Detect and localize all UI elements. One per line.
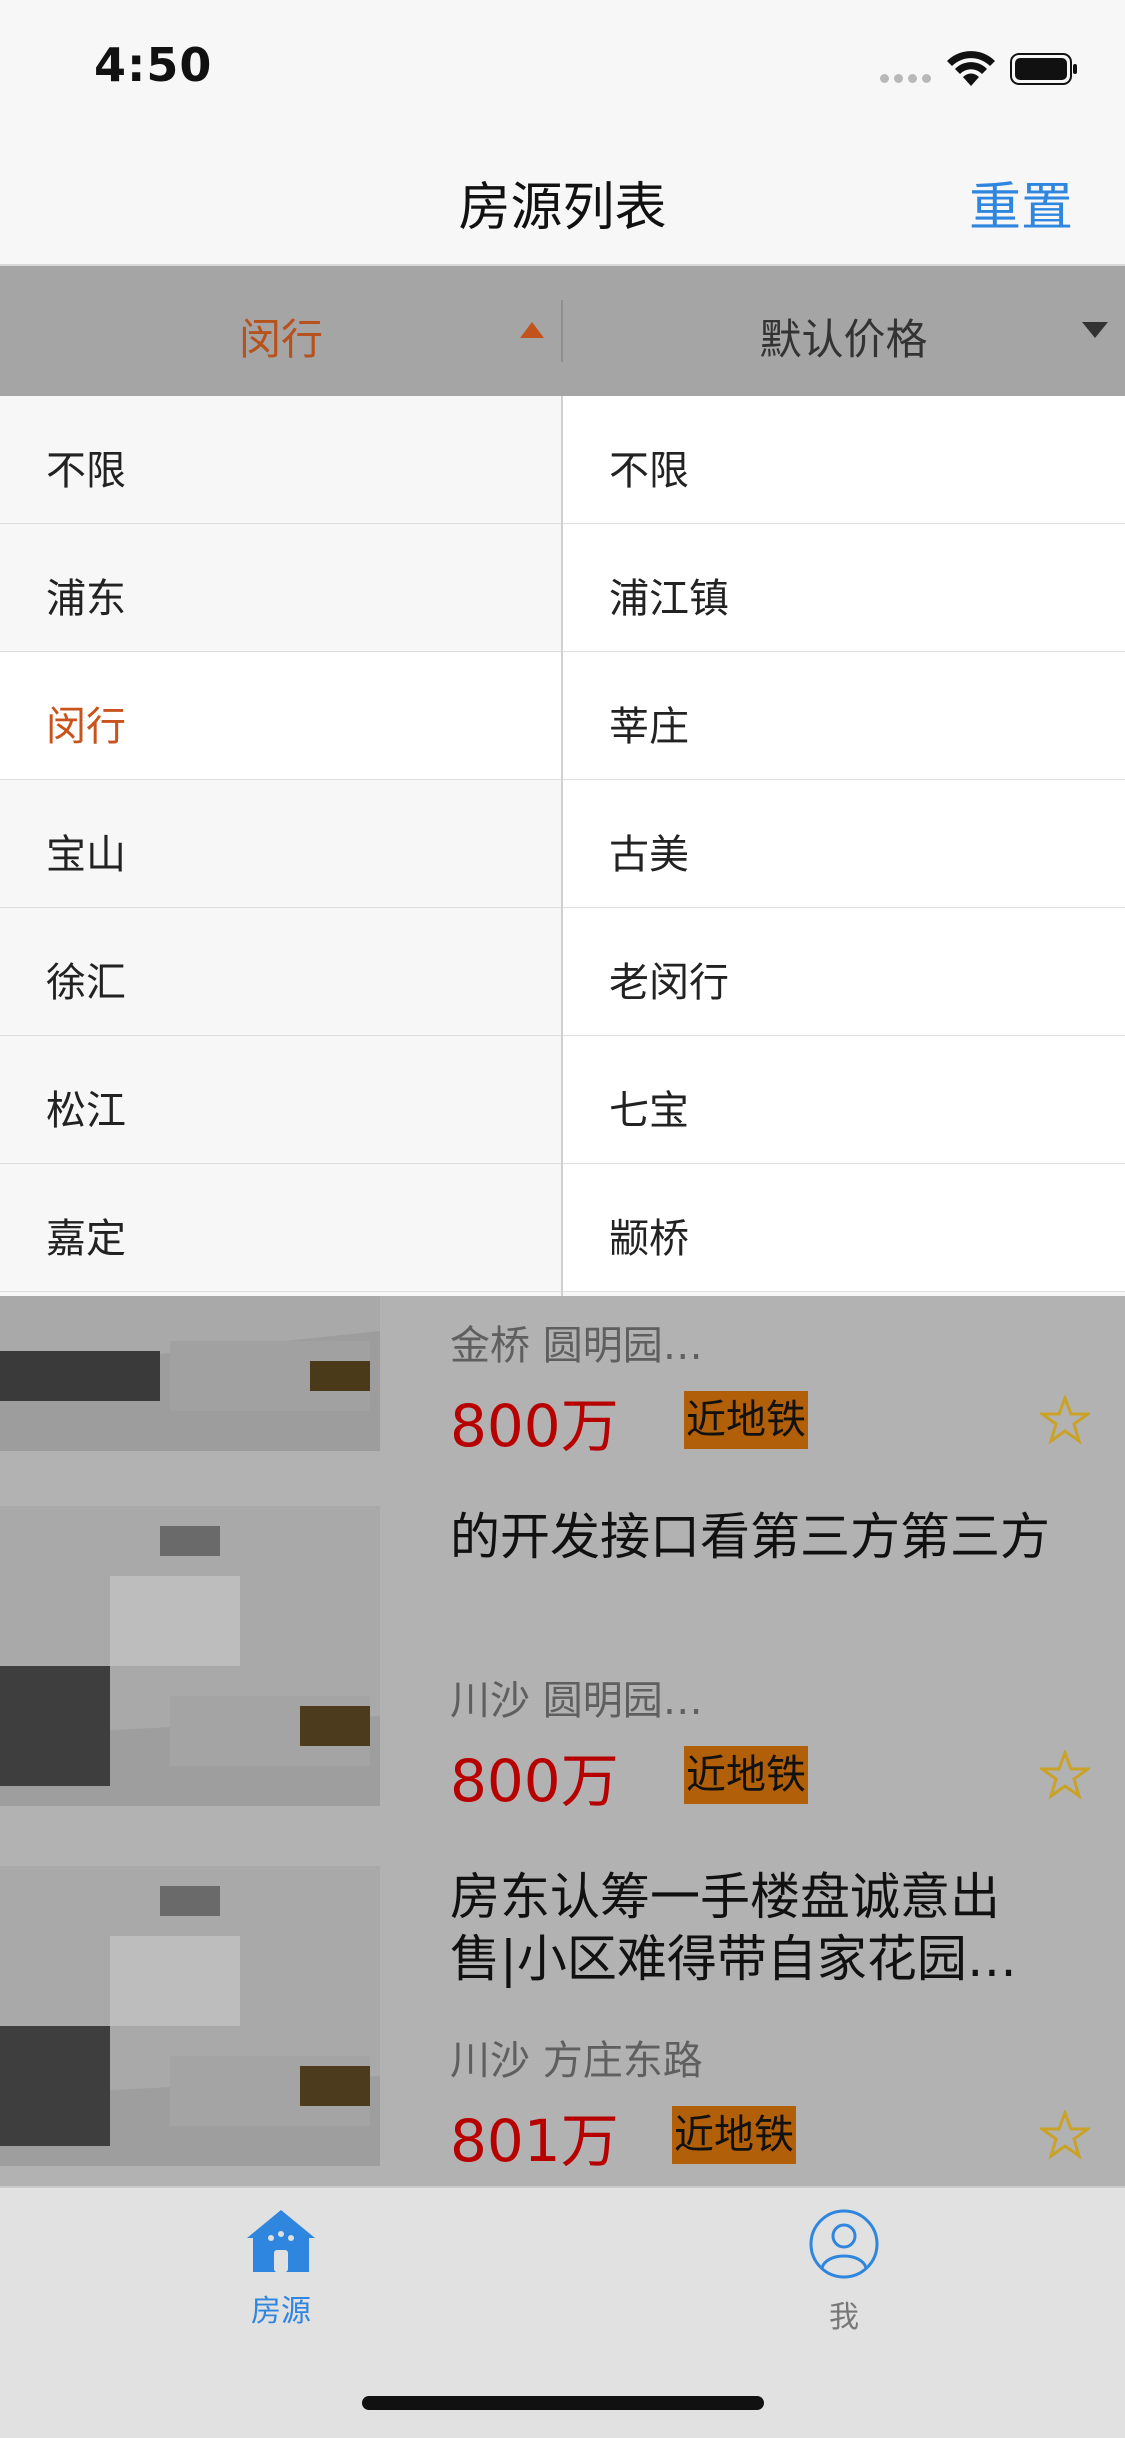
tab-listings[interactable]: 房源 (181, 2208, 381, 2330)
wifi-icon (945, 48, 997, 88)
district-option[interactable]: 嘉定 (0, 1164, 561, 1292)
district-option[interactable]: 浦东 (0, 524, 561, 652)
district-option[interactable]: 徐汇 (0, 908, 561, 1036)
listing-price: 800万 (450, 1747, 619, 1815)
district-filter-tab[interactable]: 闵行 (0, 306, 562, 367)
district-option-selected[interactable]: 闵行 (0, 652, 561, 780)
reset-button[interactable]: 重置 (969, 165, 1073, 240)
battery-icon (1010, 53, 1078, 85)
district-list: 不限 浦东 闵行 宝山 徐汇 松江 嘉定 (0, 396, 561, 1292)
price-sort-tab[interactable]: 默认价格 (562, 306, 1125, 367)
district-option[interactable]: 不限 (0, 396, 561, 524)
home-indicator (362, 2396, 764, 2410)
district-option[interactable]: 松江 (0, 1036, 561, 1164)
caret-up-icon (520, 322, 544, 338)
listing-tag: 近地铁 (684, 1746, 808, 1804)
district-option[interactable]: 宝山 (0, 780, 561, 908)
area-option[interactable]: 古美 (563, 780, 1125, 908)
area-option[interactable]: 颛桥 (563, 1164, 1125, 1292)
area-option[interactable]: 莘庄 (563, 652, 1125, 780)
listing-photo (0, 1296, 380, 1451)
area-option[interactable]: 七宝 (563, 1036, 1125, 1164)
listing-price: 800万 (450, 1392, 619, 1460)
tab-label: 房源 (251, 2294, 311, 2329)
listing-title: 的开发接口看第三方第三方 (450, 1508, 1050, 1566)
page-title: 房源列表 (458, 178, 667, 238)
tab-me[interactable]: 我 (744, 2208, 944, 2336)
listing-title: 房东认筹一手楼盘诚意出售|小区难得带自家花园… (450, 1868, 1017, 1988)
person-icon (744, 2208, 944, 2284)
listing-tag: 近地铁 (684, 1391, 808, 1449)
caret-down-icon (1082, 322, 1108, 338)
tab-label: 我 (829, 2300, 859, 2335)
listing-photo (0, 1866, 380, 2166)
listing-price: 801万 (450, 2107, 619, 2175)
house-icon (181, 2208, 381, 2278)
area-option[interactable]: 不限 (563, 396, 1125, 524)
listing-photo (0, 1506, 380, 1806)
favorite-star-icon[interactable] (1037, 2108, 1093, 2160)
area-list: 不限 浦江镇 莘庄 古美 老闵行 七宝 颛桥 (563, 396, 1125, 1292)
status-time: 4:50 (94, 38, 213, 92)
listing-list: 金桥 圆明园… 800万 近地铁 的开发接口看第三方第三方 川沙 圆明园… 80… (0, 1296, 1125, 2186)
area-option[interactable]: 老闵行 (563, 908, 1125, 1036)
listing-location: 川沙 方庄东路 (450, 2038, 703, 2084)
area-option[interactable]: 浦江镇 (563, 524, 1125, 652)
cellular-signal-icon (880, 74, 932, 84)
listing-location: 川沙 圆明园… (450, 1678, 703, 1724)
favorite-star-icon[interactable] (1037, 1393, 1093, 1445)
favorite-star-icon[interactable] (1037, 1748, 1093, 1800)
listing-tag: 近地铁 (672, 2106, 796, 2164)
listing-location: 金桥 圆明园… (450, 1323, 703, 1369)
